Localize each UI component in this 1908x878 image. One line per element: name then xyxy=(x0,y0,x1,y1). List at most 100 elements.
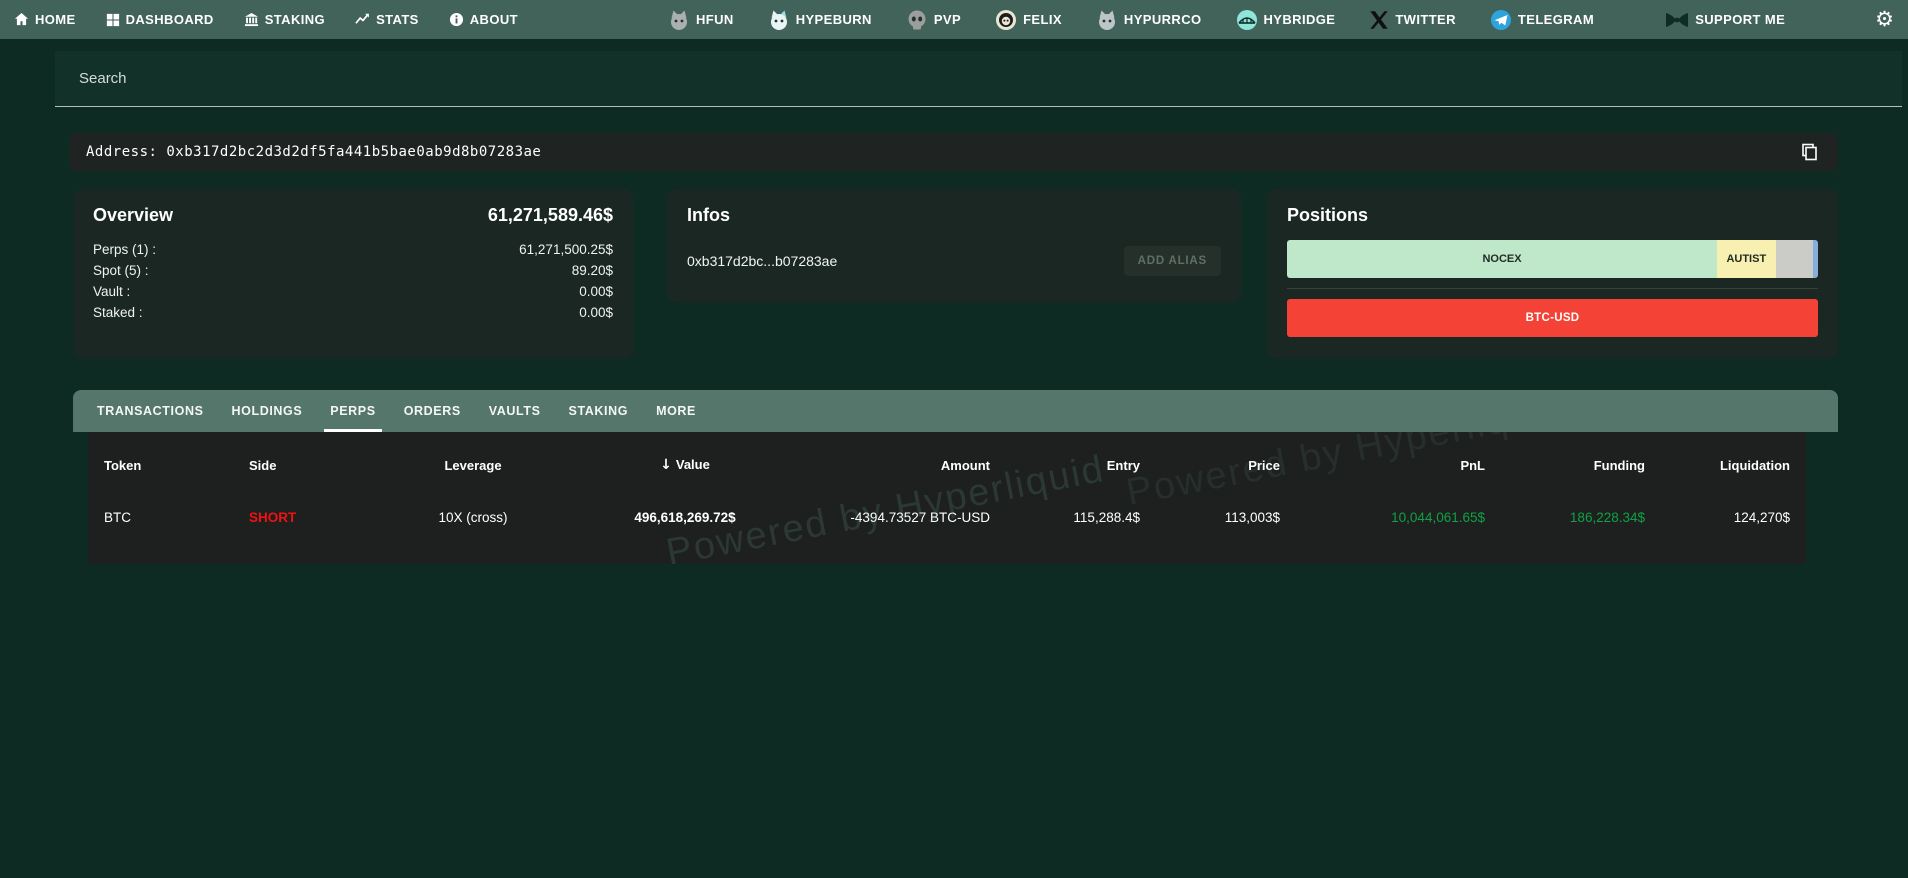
nav-right-group: SUPPORT ME ⚙ xyxy=(1665,9,1894,30)
overview-row-value: 0.00$ xyxy=(579,302,613,323)
copy-address-button[interactable] xyxy=(1796,139,1822,165)
column-header-token[interactable]: Token xyxy=(104,458,249,473)
overview-total-value: 61,271,589.46$ xyxy=(488,205,613,226)
cell-token: BTC xyxy=(104,510,249,525)
pvp-skull-icon xyxy=(906,9,928,31)
support-me-button[interactable]: SUPPORT ME xyxy=(1665,11,1785,29)
nav-link-hybridge[interactable]: HYBRIDGE xyxy=(1236,9,1336,31)
nav-link-felix[interactable]: FELIX xyxy=(995,9,1062,31)
nav-item-about[interactable]: ABOUT xyxy=(449,12,518,27)
column-header-amount[interactable]: Amount xyxy=(833,458,990,473)
nav-link-telegram[interactable]: TELEGRAM xyxy=(1490,9,1594,31)
nav-item-label: FELIX xyxy=(1023,12,1062,27)
tab-vaults[interactable]: VAULTS xyxy=(475,390,555,432)
column-header-side[interactable]: Side xyxy=(249,458,409,473)
nav-item-label: PVP xyxy=(934,12,961,27)
nav-item-label: SUPPORT ME xyxy=(1695,12,1785,27)
tab-transactions[interactable]: TRANSACTIONS xyxy=(83,390,218,432)
position-pair-button[interactable]: BTC-USD xyxy=(1287,299,1818,337)
nav-item-home[interactable]: HOME xyxy=(14,12,76,27)
tab-more[interactable]: MORE xyxy=(642,390,710,432)
nav-item-label: ABOUT xyxy=(470,12,518,27)
allocation-segment-2 xyxy=(1776,240,1813,278)
nav-item-label: HYPURRCO xyxy=(1124,12,1202,27)
perps-table-panel: Powered by Hyperliquid Powered by Hyperl… xyxy=(88,432,1806,564)
overview-title: Overview xyxy=(93,205,173,226)
nav-item-label: STATS xyxy=(376,12,419,27)
hypeburn-cat-icon xyxy=(768,9,790,31)
overview-row-label: Staked : xyxy=(93,302,143,323)
short-address-text: 0xb317d2bc...b07283ae xyxy=(687,253,837,269)
overview-row-spot: Spot (5) : 89.20$ xyxy=(93,260,613,281)
allocation-segment-3 xyxy=(1813,240,1818,278)
nav-item-label: HOME xyxy=(35,12,76,27)
column-header-funding[interactable]: Funding xyxy=(1485,458,1645,473)
overview-row-perps: Perps (1) : 61,271,500.25$ xyxy=(93,239,613,260)
summary-cards-row: Overview 61,271,589.46$ Perps (1) : 61,2… xyxy=(73,189,1838,359)
column-header-entry[interactable]: Entry xyxy=(990,458,1140,473)
cell-entry: 115,288.4$ xyxy=(990,510,1140,525)
tab-holdings[interactable]: HOLDINGS xyxy=(218,390,317,432)
about-info-icon xyxy=(449,12,464,27)
sort-desc-icon: ↓ xyxy=(660,457,672,473)
copy-icon xyxy=(1800,143,1818,161)
nav-item-stats[interactable]: STATS xyxy=(355,12,419,27)
overview-row-label: Vault : xyxy=(93,281,130,302)
overview-row-label: Spot (5) : xyxy=(93,260,149,281)
nav-item-label: TWITTER xyxy=(1395,12,1456,27)
nav-item-label: STAKING xyxy=(265,12,325,27)
cell-liquidation: 124,270$ xyxy=(1645,510,1790,525)
content-tabs: TRANSACTIONS HOLDINGS PERPS ORDERS VAULT… xyxy=(73,390,1838,432)
nav-item-label: DASHBOARD xyxy=(126,12,214,27)
overview-row-value: 0.00$ xyxy=(579,281,613,302)
column-header-price[interactable]: Price xyxy=(1140,458,1280,473)
allocation-bar: NOCEX AUTIST xyxy=(1287,240,1818,278)
column-header-leverage[interactable]: Leverage xyxy=(409,458,537,473)
positions-divider xyxy=(1287,288,1818,289)
hfun-cat-icon xyxy=(668,9,690,31)
overview-row-label: Perps (1) : xyxy=(93,239,156,260)
nav-links-group: HFUN HYPEBURN PVP FELIX HYPURRCO HYBRIDG… xyxy=(668,9,1594,31)
search-section xyxy=(0,39,1908,107)
wallet-address-text: Address: 0xb317d2bc2d3d2df5fa441b5bae0ab… xyxy=(86,144,541,160)
tab-perps[interactable]: PERPS xyxy=(316,390,389,432)
settings-gear-icon[interactable]: ⚙ xyxy=(1875,9,1894,30)
column-header-liquidation[interactable]: Liquidation xyxy=(1645,458,1790,473)
add-alias-button[interactable]: ADD ALIAS xyxy=(1124,246,1221,276)
nav-link-pvp[interactable]: PVP xyxy=(906,9,961,31)
table-row: BTC SHORT 10X (cross) 496,618,269.72$ -4… xyxy=(88,488,1806,546)
telegram-icon xyxy=(1490,9,1512,31)
nav-link-hfun[interactable]: HFUN xyxy=(668,9,734,31)
nav-link-hypurrco[interactable]: HYPURRCO xyxy=(1096,9,1202,31)
nav-item-label: HYBRIDGE xyxy=(1264,12,1336,27)
cell-pnl: 10,044,061.65$ xyxy=(1280,510,1485,525)
cell-leverage: 10X (cross) xyxy=(409,510,537,525)
cell-price: 113,003$ xyxy=(1140,510,1280,525)
nav-link-twitter[interactable]: TWITTER xyxy=(1369,10,1456,30)
allocation-segment-1[interactable]: AUTIST xyxy=(1717,240,1775,278)
search-input[interactable] xyxy=(55,51,1902,107)
nav-left-group: HOME DASHBOARD STAKING STATS ABOUT xyxy=(14,12,518,27)
nav-item-staking[interactable]: STAKING xyxy=(244,12,325,27)
allocation-segment-0[interactable]: NOCEX xyxy=(1287,240,1717,278)
overview-row-value: 61,271,500.25$ xyxy=(519,239,613,260)
infos-title: Infos xyxy=(687,205,730,225)
column-header-pnl[interactable]: PnL xyxy=(1280,458,1485,473)
app-root: HOME DASHBOARD STAKING STATS ABOUT xyxy=(0,0,1908,878)
nav-link-hypeburn[interactable]: HYPEBURN xyxy=(768,9,872,31)
dashboard-icon xyxy=(106,13,120,27)
tab-staking[interactable]: STAKING xyxy=(555,390,643,432)
felix-cat-icon xyxy=(995,9,1017,31)
stats-trend-icon xyxy=(355,12,370,27)
address-bar: Address: 0xb317d2bc2d3d2df5fa441b5bae0ab… xyxy=(70,133,1838,171)
twitter-x-icon xyxy=(1369,10,1389,30)
table-header-row: Token Side Leverage ↓Value Amount Entry … xyxy=(88,442,1806,488)
cell-value: 496,618,269.72$ xyxy=(537,510,833,525)
nav-item-dashboard[interactable]: DASHBOARD xyxy=(106,12,214,27)
positions-title: Positions xyxy=(1287,205,1368,225)
column-header-value[interactable]: ↓Value xyxy=(537,457,833,473)
overview-row-staked: Staked : 0.00$ xyxy=(93,302,613,323)
overview-card: Overview 61,271,589.46$ Perps (1) : 61,2… xyxy=(73,189,633,359)
tab-orders[interactable]: ORDERS xyxy=(390,390,475,432)
overview-row-vault: Vault : 0.00$ xyxy=(93,281,613,302)
